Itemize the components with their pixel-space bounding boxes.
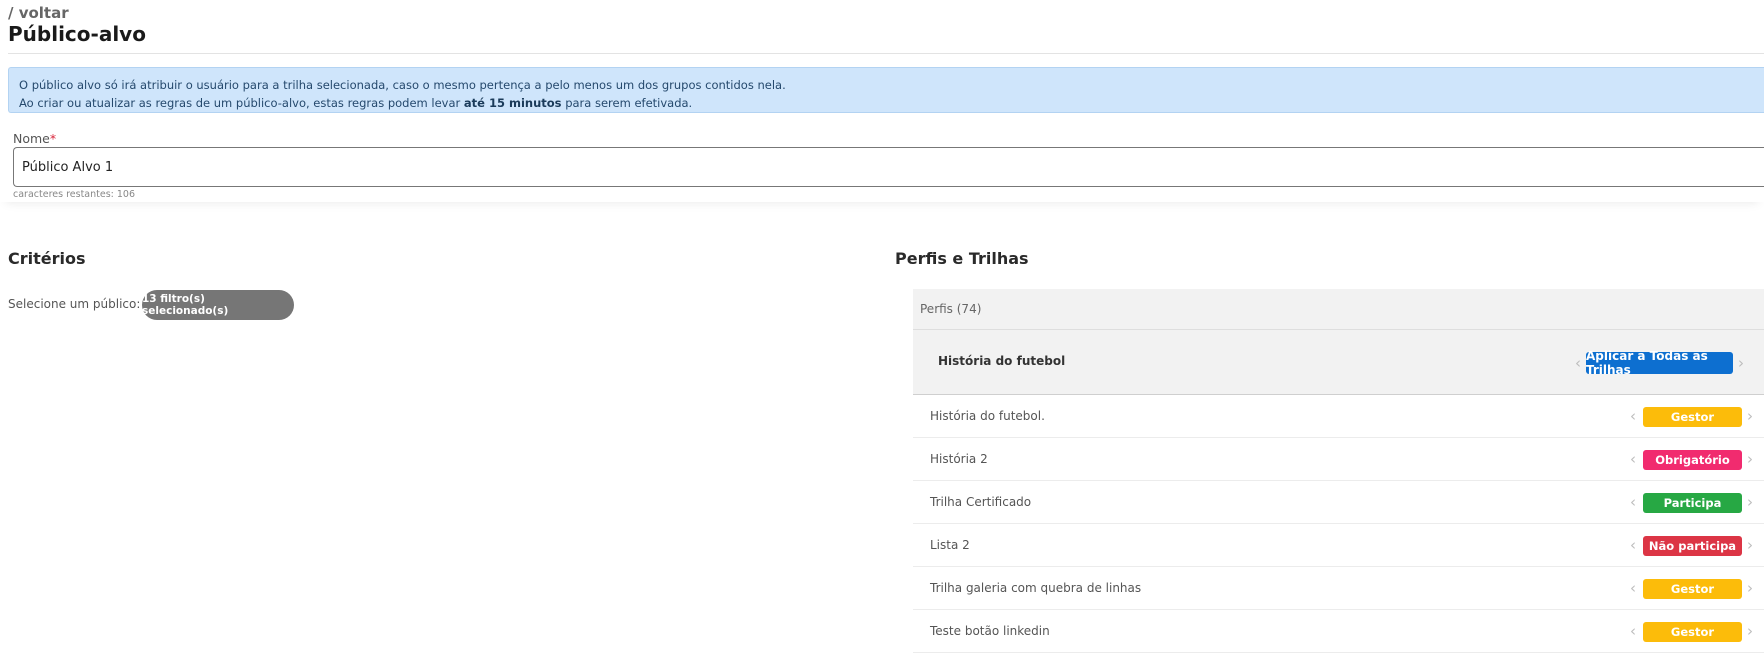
name-field-label: Nome* bbox=[13, 131, 56, 146]
chevron-right-icon[interactable]: › bbox=[1745, 449, 1755, 469]
track-name: Trilha galeria com quebra de linhas bbox=[930, 581, 1142, 595]
audience-select-label: Selecione um público: bbox=[8, 297, 141, 311]
header-divider bbox=[8, 53, 1764, 54]
track-row: Lista 2 ‹ Não participa › bbox=[913, 524, 1764, 567]
alert-line-2: Ao criar ou atualizar as regras de um pú… bbox=[19, 94, 1754, 112]
track-row: Trilha Certificado ‹ Participa › bbox=[913, 481, 1764, 524]
status-badge[interactable]: Obrigatório bbox=[1643, 450, 1742, 470]
back-link[interactable]: / voltar bbox=[8, 4, 69, 22]
char-counter: caracteres restantes: 106 bbox=[13, 189, 136, 200]
track-name: História 2 bbox=[930, 452, 988, 466]
profile-name: História do futebol bbox=[938, 354, 1066, 368]
apply-all-tracks-button[interactable]: Aplicar a Todas as Trilhas bbox=[1586, 349, 1733, 377]
info-alert: O público alvo só irá atribuir o usuário… bbox=[8, 67, 1764, 113]
chevron-left-icon[interactable]: ‹ bbox=[1628, 621, 1638, 641]
chevron-right-icon[interactable]: › bbox=[1745, 492, 1755, 512]
track-name: Trilha Certificado bbox=[930, 495, 1032, 509]
chevron-left-icon[interactable]: ‹ bbox=[1628, 535, 1638, 555]
chevron-right-icon[interactable]: › bbox=[1745, 535, 1755, 555]
track-name: Lista 2 bbox=[930, 538, 970, 552]
track-row: História do futebol. ‹ Gestor › bbox=[913, 395, 1764, 438]
track-name: Teste botão linkedin bbox=[930, 624, 1050, 638]
status-badge[interactable]: Não participa bbox=[1643, 536, 1742, 556]
page-title: Público-alvo bbox=[8, 22, 146, 46]
criteria-title: Critérios bbox=[8, 249, 86, 268]
chevron-left-icon[interactable]: ‹ bbox=[1628, 492, 1638, 512]
alert-line-1: O público alvo só irá atribuir o usuário… bbox=[19, 78, 786, 92]
name-input[interactable] bbox=[13, 147, 1764, 187]
alert-highlight: até 15 minutos bbox=[463, 96, 562, 110]
chevron-left-icon[interactable]: ‹ bbox=[1628, 449, 1638, 469]
track-list: História do futebol. ‹ Gestor › História… bbox=[913, 395, 1764, 653]
track-row: Teste botão linkedin ‹ Gestor › bbox=[913, 610, 1764, 653]
chevron-right-icon[interactable]: › bbox=[1736, 353, 1746, 373]
required-mark: * bbox=[49, 131, 57, 146]
status-badge[interactable]: Gestor bbox=[1643, 407, 1742, 427]
chevron-right-icon[interactable]: › bbox=[1745, 578, 1755, 598]
status-badge[interactable]: Gestor bbox=[1643, 579, 1742, 599]
status-badge[interactable]: Gestor bbox=[1643, 622, 1742, 642]
chevron-right-icon[interactable]: › bbox=[1745, 621, 1755, 641]
name-label-text: Nome bbox=[13, 131, 50, 146]
filters-selected-button[interactable]: 13 filtro(s) selecionado(s) bbox=[142, 290, 294, 320]
track-row: Trilha galeria com quebra de linhas ‹ Ge… bbox=[913, 567, 1764, 610]
profiles-tracks-title: Perfis e Trilhas bbox=[895, 249, 1029, 268]
track-name: História do futebol. bbox=[930, 409, 1045, 423]
chevron-left-icon[interactable]: ‹ bbox=[1628, 578, 1638, 598]
alert-line-2-start: Ao criar ou atualizar as regras de um pú… bbox=[19, 96, 464, 110]
name-field-card: Nome* caracteres restantes: 106 bbox=[0, 127, 1764, 202]
chevron-right-icon[interactable]: › bbox=[1745, 406, 1755, 426]
chevron-left-icon[interactable]: ‹ bbox=[1573, 353, 1583, 373]
profile-row: História do futebol ‹ Aplicar a Todas as… bbox=[913, 330, 1764, 395]
alert-line-2-end: para serem efetivada. bbox=[561, 96, 693, 110]
status-badge[interactable]: Participa bbox=[1643, 493, 1742, 513]
track-row: História 2 ‹ Obrigatório › bbox=[913, 438, 1764, 481]
chevron-left-icon[interactable]: ‹ bbox=[1628, 406, 1638, 426]
profiles-count-header[interactable]: Perfis (74) bbox=[913, 289, 1764, 330]
